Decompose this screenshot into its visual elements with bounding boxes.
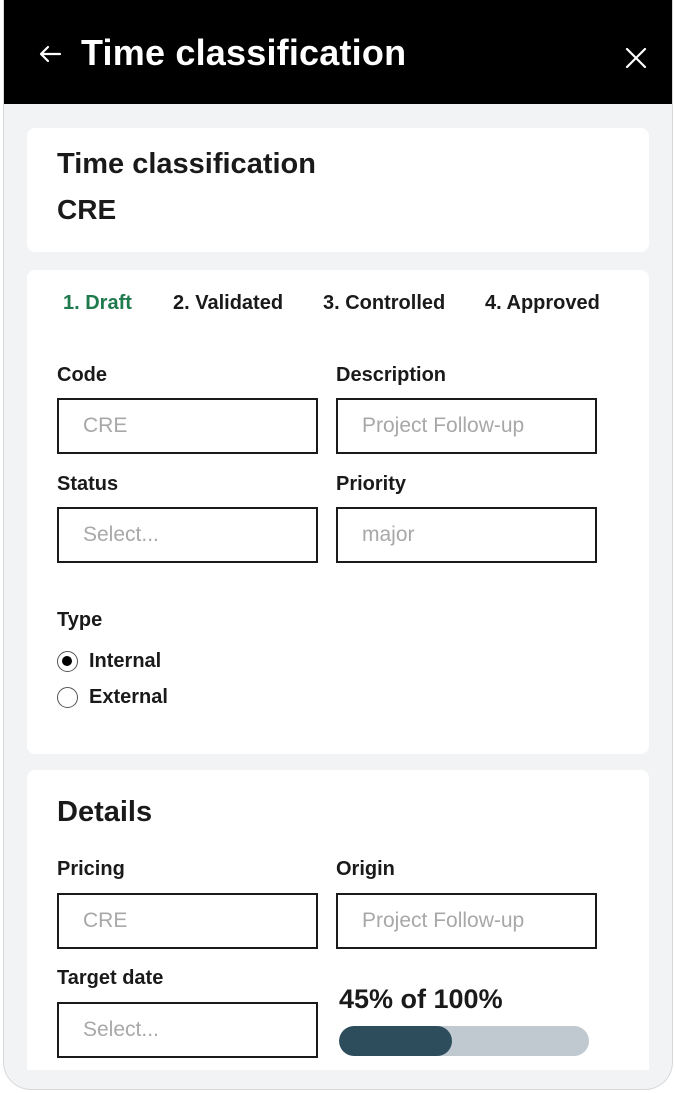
priority-input[interactable]: major	[336, 507, 597, 563]
details-card: Details Pricing CRE Origin Project Follo…	[27, 770, 649, 1070]
details-title: Details	[57, 796, 153, 828]
code-input[interactable]: CRE	[57, 398, 318, 454]
summary-code: CRE	[57, 194, 117, 225]
pricing-input[interactable]: CRE	[57, 893, 318, 949]
progress-text: 45% of 100%	[339, 984, 503, 1014]
target-date-label: Target date	[57, 967, 164, 989]
summary-title: Time classification	[57, 148, 316, 180]
code-label: Code	[57, 364, 107, 386]
description-label: Description	[336, 364, 447, 386]
step-draft[interactable]: 1. Draft	[63, 292, 132, 315]
summary-card: Time classification CRE	[27, 128, 649, 252]
target-date-input[interactable]: Select...	[57, 1002, 318, 1058]
description-input[interactable]: Project Follow-up	[336, 398, 597, 454]
origin-input[interactable]: Project Follow-up	[336, 893, 597, 949]
status-label: Status	[57, 473, 119, 495]
type-option-label: Internal	[89, 650, 162, 672]
step-controlled[interactable]: 3. Controlled	[323, 292, 445, 315]
classification-form-card: 1. Draft 2. Validated 3. Controlled 4. A…	[27, 270, 649, 754]
close-icon[interactable]	[624, 46, 648, 70]
pricing-label: Pricing	[57, 858, 125, 880]
status-select[interactable]: Select...	[57, 507, 318, 563]
priority-label: Priority	[336, 473, 407, 495]
type-option-label: External	[89, 686, 168, 708]
radio-checked-icon[interactable]	[57, 651, 78, 672]
arrow-left-icon[interactable]	[36, 40, 64, 68]
page-title: Time classification	[81, 32, 407, 73]
type-option-external[interactable]: External	[57, 686, 168, 709]
step-approved[interactable]: 4. Approved	[485, 292, 600, 315]
radio-unchecked-icon[interactable]	[57, 687, 78, 708]
progress-fill	[339, 1026, 452, 1056]
progress-bar	[339, 1026, 589, 1056]
app-frame: Time classification Time classification …	[3, 0, 673, 1090]
top-bar: Time classification	[4, 0, 672, 104]
origin-label: Origin	[336, 858, 395, 880]
step-validated[interactable]: 2. Validated	[173, 292, 283, 315]
type-option-internal[interactable]: Internal	[57, 650, 161, 673]
type-label: Type	[57, 609, 103, 631]
